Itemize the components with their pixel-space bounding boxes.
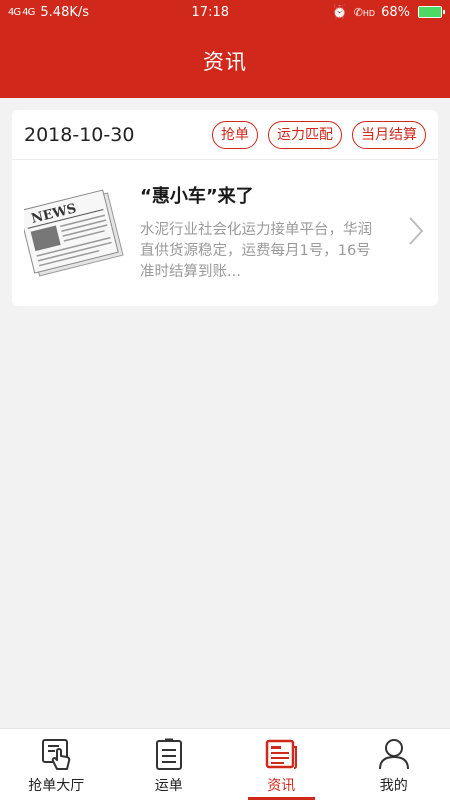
newspaper-thumbnail: NEWS [24, 189, 124, 277]
tab-label: 运单 [154, 778, 183, 794]
network-speed: 5.48K/s [40, 4, 90, 20]
bottom-tab-bar: 抢单大厅 运单 资讯 我的 [0, 728, 450, 800]
battery-icon [418, 6, 445, 18]
tag-monthly-settlement: 当月结算 [352, 120, 426, 149]
news-card[interactable]: 2018-10-30 抢单 运力匹配 当月结算 NEWS “惠小车”来了 水泥行… [12, 110, 438, 306]
news-title: “惠小车”来了 [140, 186, 254, 207]
tag-list: 抢单 运力匹配 当月结算 [212, 120, 426, 149]
tab-mine[interactable]: 我的 [338, 729, 450, 800]
signal-icon: 4G 4G [8, 6, 35, 18]
tab-label: 资讯 [267, 778, 296, 794]
tab-news[interactable]: 资讯 [225, 729, 338, 800]
call-hd-icon: ✆HD [353, 5, 376, 19]
chevron-right-icon [409, 217, 424, 245]
status-time: 17:18 [191, 4, 229, 20]
user-icon [378, 739, 409, 770]
tab-waybill[interactable]: 运单 [113, 729, 226, 800]
tab-grab-hall[interactable]: 抢单大厅 [0, 729, 113, 800]
newspaper-icon [266, 739, 298, 769]
card-date: 2018-10-30 [24, 123, 135, 146]
news-item[interactable]: NEWS “惠小车”来了 水泥行业社会化运力接单平台，华润直供货源稳定，运费每月… [12, 160, 438, 284]
tab-label: 我的 [379, 778, 408, 794]
tag-grab-order: 抢单 [212, 120, 258, 149]
card-header: 2018-10-30 抢单 运力匹配 当月结算 [12, 110, 438, 160]
hand-tap-icon [42, 739, 71, 770]
battery-percent: 68% [381, 4, 410, 20]
status-bar: 4G 4G 5.48K/s 17:18 ⏰ ✆HD 68% [0, 0, 450, 24]
header: 资讯 [0, 24, 450, 98]
clipboard-icon [155, 738, 182, 770]
alarm-icon: ⏰ [331, 4, 348, 20]
page-title: 资讯 [203, 50, 247, 74]
news-summary: 水泥行业社会化运力接单平台，华润直供货源稳定，运费每月1号，16号准时结算到账.… [140, 222, 372, 280]
tab-label: 抢单大厅 [28, 778, 85, 794]
tag-capacity-match: 运力匹配 [268, 120, 342, 149]
